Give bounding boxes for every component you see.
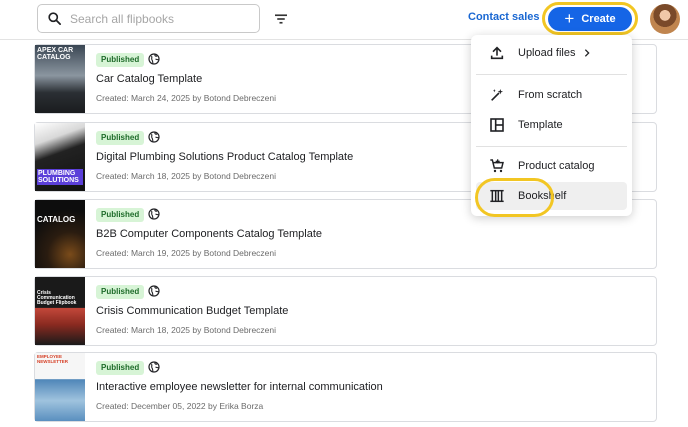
top-bar: Contact sales + Create [0, 0, 688, 40]
magic-wand-icon [491, 89, 503, 101]
flipbook-thumbnail[interactable]: Crisis Communication Budget Flipbook [35, 277, 85, 345]
plus-icon: + [564, 9, 575, 28]
status-badge: Published [96, 361, 145, 375]
bookshelf-highlight [475, 178, 554, 217]
flipbook-thumbnail[interactable]: APEX CAR CATALOG [35, 45, 85, 113]
thumbnail-text: CATALOG [37, 215, 76, 224]
template-icon [490, 118, 504, 132]
flipbook-title[interactable]: B2B Computer Components Catalog Template [96, 228, 322, 240]
flipbook-row[interactable]: Crisis Communication Budget Flipbook Pub… [34, 276, 657, 346]
search-icon [48, 12, 61, 25]
menu-item-label: Template [518, 119, 563, 131]
menu-item-from-scratch[interactable]: From scratch [476, 81, 627, 109]
thumbnail-text: APEX CAR CATALOG [37, 47, 74, 61]
flipbook-created: Created: March 19, 2025 by Botond Debrec… [96, 248, 277, 258]
globe-icon [148, 285, 160, 297]
flipbook-title[interactable]: Interactive employee newsletter for inte… [96, 381, 383, 393]
flipbook-created: Created: March 24, 2025 by Botond Debrec… [96, 93, 277, 103]
avatar[interactable] [650, 4, 680, 34]
contact-sales-link[interactable]: Contact sales [468, 11, 540, 23]
upload-icon [490, 46, 504, 60]
thumbnail-text: PLUMBING SOLUTIONS [37, 169, 83, 185]
menu-divider [476, 146, 627, 147]
menu-item-label: Upload files [518, 47, 576, 59]
flipbook-title[interactable]: Crisis Communication Budget Template [96, 305, 288, 317]
globe-icon [148, 361, 160, 373]
thumbnail-text: Crisis Communication Budget Flipbook [37, 290, 77, 306]
menu-divider [476, 74, 627, 75]
status-badge: Published [96, 131, 145, 145]
chevron-right-icon [584, 49, 590, 57]
menu-item-upload-files[interactable]: Upload files [476, 39, 627, 67]
status-badge: Published [96, 208, 145, 222]
flipbook-title[interactable]: Digital Plumbing Solutions Product Catal… [96, 151, 353, 163]
search-box[interactable] [37, 4, 260, 33]
flipbook-created: Created: March 18, 2025 by Botond Debrec… [96, 171, 277, 181]
search-input[interactable] [70, 11, 240, 26]
flipbook-created: Created: December 05, 2022 by Erika Borz… [96, 401, 264, 411]
flipbook-thumbnail[interactable]: EMPLOYEE NEWSLETTER [35, 353, 85, 421]
flipbook-title[interactable]: Car Catalog Template [96, 73, 202, 85]
flipbook-thumbnail[interactable]: PLUMBING SOLUTIONS [35, 123, 85, 191]
menu-item-template[interactable]: Template [476, 111, 627, 139]
globe-icon [148, 53, 160, 65]
menu-item-product-catalog[interactable]: Product catalog [476, 152, 627, 180]
flipbook-thumbnail[interactable]: CATALOG [35, 200, 85, 268]
create-label: Create [581, 13, 616, 25]
globe-icon [148, 131, 160, 143]
menu-item-label: From scratch [518, 89, 583, 101]
create-button[interactable]: + Create [548, 7, 632, 31]
filter-icon[interactable] [272, 10, 290, 28]
menu-item-label: Product catalog [518, 160, 595, 172]
status-badge: Published [96, 53, 145, 67]
flipbook-row[interactable]: EMPLOYEE NEWSLETTER Published Interactiv… [34, 352, 657, 422]
thumbnail-text: EMPLOYEE NEWSLETTER [37, 354, 68, 364]
status-badge: Published [96, 285, 145, 299]
flipbook-created: Created: March 18, 2025 by Botond Debrec… [96, 325, 277, 335]
cart-icon [490, 159, 504, 173]
globe-icon [148, 208, 160, 220]
